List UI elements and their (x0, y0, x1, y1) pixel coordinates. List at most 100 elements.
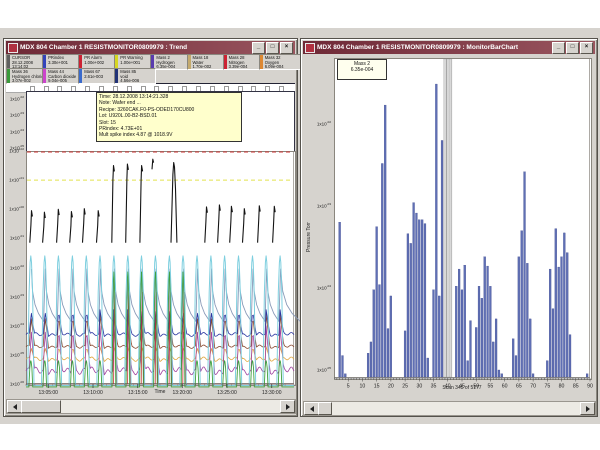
trend-window-title: MDX 804 Chamber 1 RESISTMONITOR0809979 :… (20, 41, 250, 54)
close-button[interactable]: × (280, 42, 293, 54)
bar[interactable] (342, 356, 344, 377)
bar[interactable] (339, 222, 341, 377)
cell-line: 6.35e-004 (156, 65, 190, 70)
y-axis-tick-label: 1x10-02 (304, 120, 331, 127)
spectrum-x-axis-title: Scan 345 of 5177 (334, 385, 590, 391)
trend-tooltip: Time: 28.12.2008 13:14:21.328Note: Wafer… (96, 92, 242, 142)
bar[interactable] (379, 285, 381, 377)
bar[interactable] (370, 342, 372, 377)
bar[interactable] (518, 257, 520, 377)
bar[interactable] (467, 361, 469, 377)
bar[interactable] (455, 286, 457, 377)
bar[interactable] (390, 296, 392, 377)
maximize-button[interactable]: □ (566, 42, 579, 54)
bar[interactable] (438, 296, 440, 377)
cell-line: 1.00e+002 (84, 61, 118, 66)
scroll-right-button[interactable] (280, 400, 295, 413)
bar[interactable] (555, 229, 557, 377)
bar[interactable] (470, 321, 472, 377)
barchart-window-controls: _□× (552, 42, 593, 54)
barchart-window-title: MDX 804 Chamber 1 RESISTMONITOR0809979 :… (317, 41, 550, 54)
bar[interactable] (427, 358, 429, 377)
minimize-button[interactable]: _ (252, 42, 265, 54)
cell-line: 3.07e-002 (12, 79, 46, 84)
y-axis-tick-label: 1x10-04 (304, 284, 331, 291)
bar[interactable] (384, 105, 386, 377)
cell-line: 9.04e-005 (48, 79, 82, 84)
scroll-right-button[interactable] (580, 402, 595, 415)
maximize-button[interactable]: □ (266, 42, 279, 54)
bar[interactable] (484, 257, 486, 377)
spectrum-h-scrollbar[interactable] (303, 401, 596, 416)
bar[interactable] (549, 269, 551, 377)
bar[interactable] (561, 257, 563, 377)
bar[interactable] (526, 263, 528, 377)
bar[interactable] (475, 327, 477, 377)
trend-h-scrollbar[interactable] (6, 399, 296, 414)
barchart-titlebar[interactable]: MDX 804 Chamber 1 RESISTMONITOR0809979 :… (303, 41, 595, 54)
bar[interactable] (373, 290, 375, 377)
bar[interactable] (433, 290, 435, 377)
cell-color-bar (151, 55, 154, 69)
bar[interactable] (558, 267, 560, 377)
mass-readout-cell: Mass 85void4.56e-006 (114, 68, 156, 84)
bar[interactable] (569, 335, 571, 377)
scrollbar-thumb[interactable] (21, 400, 61, 413)
bar[interactable] (387, 329, 389, 377)
bar[interactable] (563, 233, 565, 377)
bar[interactable] (566, 253, 568, 377)
bar[interactable] (404, 331, 406, 377)
bar[interactable] (546, 361, 548, 377)
bar[interactable] (515, 356, 517, 377)
bar[interactable] (458, 269, 460, 377)
bar[interactable] (552, 309, 554, 377)
bar[interactable] (532, 374, 534, 377)
close-button[interactable]: × (580, 42, 593, 54)
minimize-button[interactable]: _ (552, 42, 565, 54)
y-axis-tick-label: 1x10+00 (4, 205, 24, 212)
bar[interactable] (492, 342, 494, 377)
bar[interactable] (415, 213, 417, 377)
bar[interactable] (367, 353, 369, 377)
bar[interactable] (435, 84, 437, 377)
bar[interactable] (441, 140, 443, 377)
cell-color-bar (188, 55, 191, 69)
spectrum-tooltip: Mass 26.35e-004 (337, 59, 387, 80)
arrow-right-icon (586, 406, 593, 412)
bar[interactable] (421, 220, 423, 377)
bar[interactable] (461, 290, 463, 377)
bar[interactable] (487, 266, 489, 377)
trend-chart: 13:05:0013:10:0013:15:0013:20:0013:25:00… (26, 151, 294, 397)
bar[interactable] (495, 319, 497, 377)
bar[interactable] (424, 224, 426, 377)
spectrum-chart: 51015202530354045505560657075808590 (334, 58, 590, 394)
bar[interactable] (464, 265, 466, 377)
bar[interactable] (521, 231, 523, 377)
bar[interactable] (512, 339, 514, 377)
cell-color-bar (7, 69, 10, 83)
bar[interactable] (381, 163, 383, 377)
bar[interactable] (524, 172, 526, 377)
bar[interactable] (413, 203, 415, 377)
bar[interactable] (376, 227, 378, 377)
cell-color-bar (260, 55, 263, 69)
cell-line: 3.30e+001 (48, 61, 82, 66)
trend-titlebar[interactable]: MDX 804 Chamber 1 RESISTMONITOR0809979 :… (6, 41, 295, 54)
bar[interactable] (498, 370, 500, 377)
bar[interactable] (501, 374, 503, 377)
bar[interactable] (344, 374, 346, 377)
bar[interactable] (407, 234, 409, 377)
scroll-left-button[interactable] (304, 402, 319, 415)
bar[interactable] (478, 286, 480, 377)
bar[interactable] (418, 220, 420, 377)
bar[interactable] (489, 286, 491, 377)
trend-window-controls: _□× (252, 42, 293, 54)
bar[interactable] (529, 319, 531, 377)
bar[interactable] (410, 243, 412, 377)
y-axis-tick-label: 1x10+01 (4, 176, 24, 183)
bar[interactable] (586, 374, 588, 377)
scrollbar-thumb[interactable] (318, 402, 332, 415)
app-icon (305, 43, 315, 53)
scroll-left-button[interactable] (7, 400, 22, 413)
bar[interactable] (481, 298, 483, 377)
